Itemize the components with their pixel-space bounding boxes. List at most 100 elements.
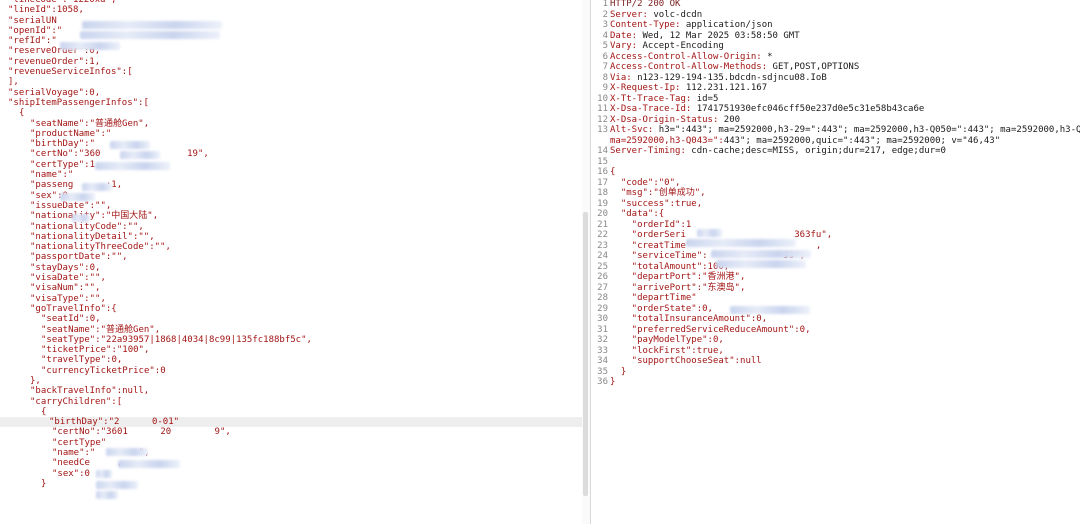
line-number: 9 bbox=[602, 83, 608, 93]
response-line: 32 "payModelType":0, bbox=[592, 335, 1080, 346]
left-scrollbar-thumb[interactable] bbox=[583, 212, 588, 496]
line-number: 19 bbox=[597, 198, 608, 209]
json-line: "lineId":1058, bbox=[8, 5, 84, 16]
response-line: 30 "totalInsuranceAmount":0, bbox=[592, 314, 1080, 325]
line-number: 4 bbox=[602, 30, 608, 41]
redaction-blur bbox=[96, 491, 118, 499]
line-number: 30 bbox=[597, 314, 608, 324]
line-number: 32 bbox=[597, 335, 608, 345]
line-text: Content-Type: application/json bbox=[610, 20, 773, 30]
response-line: ma=2592000,h3-Q043=":443"; ma=2592000,qu… bbox=[592, 136, 1080, 147]
redaction-blur bbox=[730, 306, 810, 314]
response-line: 26 "departPort":"香洲港", bbox=[592, 272, 1080, 283]
line-number: 11 bbox=[597, 104, 608, 114]
line-text: "supportChooseSeat":null bbox=[610, 356, 762, 366]
redaction-blur bbox=[711, 250, 811, 258]
line-number: 36 bbox=[597, 377, 608, 387]
response-pane[interactable]: 1 HTTP/2 200 OK 2 Server: volc-dcdn 3 Content… bbox=[592, 0, 1080, 524]
redaction-blur bbox=[686, 239, 796, 247]
json-line: "visaNum":"", bbox=[30, 283, 101, 294]
redaction-blur bbox=[82, 183, 112, 191]
response-line: 28 "departTime" bbox=[592, 293, 1080, 304]
json-line: ], bbox=[8, 77, 19, 88]
json-line: "currencyTicketPrice":0 bbox=[41, 365, 166, 376]
line-text: "msg":"创单成功", bbox=[610, 188, 706, 198]
json-line: "certType":1, bbox=[30, 159, 101, 170]
response-line: 6 Access-Control-Allow-Origin: * bbox=[592, 52, 1080, 63]
response-line: 17 "code":"0", bbox=[592, 178, 1080, 189]
line-text: Alt-Svc: h3=":443"; ma=2592000,h3-29=":4… bbox=[610, 125, 1080, 135]
response-line: 23 "creatTime" , bbox=[592, 241, 1080, 252]
json-line: "ticketPrice":"100", bbox=[41, 345, 150, 356]
line-text: ma=2592000,h3-Q043=":443"; ma=2592000,qu… bbox=[610, 135, 1001, 146]
line-text: X-Dsa-Origin-Status: 200 bbox=[610, 114, 741, 125]
redaction-blur bbox=[96, 470, 112, 478]
json-line: } bbox=[41, 478, 47, 489]
redaction-blur bbox=[716, 260, 806, 268]
redaction-blur bbox=[697, 229, 722, 237]
redaction-blur bbox=[118, 460, 180, 468]
redaction-blur bbox=[95, 162, 170, 170]
line-number: 17 bbox=[597, 177, 608, 188]
json-line: "birthDay":"2 0-01" bbox=[0, 417, 582, 428]
line-number: 25 bbox=[597, 261, 608, 272]
request-json-pane[interactable]: "lineCode":"1220xd", "lineId":1058, "seria… bbox=[0, 0, 582, 524]
json-line: { bbox=[19, 108, 25, 119]
response-line: 11 X-Dsa-Trace-Id: 1741751930efc046cff50e… bbox=[592, 104, 1080, 115]
line-number: 5 bbox=[602, 41, 608, 51]
line-text: X-Tt-Trace-Tag: id=5 bbox=[610, 93, 719, 104]
pane-divider[interactable] bbox=[590, 0, 591, 524]
json-line: "productName":" bbox=[30, 128, 112, 139]
response-line: 16{ bbox=[592, 167, 1080, 178]
json-line: "revenueOrder":1, bbox=[8, 56, 101, 67]
json-line: "carryChildren":[ bbox=[30, 396, 123, 407]
line-number: 10 bbox=[597, 93, 608, 104]
redaction-blur bbox=[106, 448, 148, 456]
line-text: "payModelType":0, bbox=[610, 335, 724, 345]
response-line: 18 "msg":"创单成功", bbox=[592, 188, 1080, 199]
line-number: 28 bbox=[597, 293, 608, 303]
json-line: "certNo":"360 19", bbox=[30, 149, 209, 160]
line-text: Server-Timing: cdn-cache;desc=MISS, orig… bbox=[610, 146, 946, 156]
line-text: } bbox=[610, 366, 627, 377]
line-number: 21 bbox=[597, 219, 608, 230]
line-number: 14 bbox=[597, 146, 608, 156]
json-line: "seatType":"22a93957|1868|4034|8c99|135f… bbox=[41, 334, 312, 345]
response-line: 35 } bbox=[592, 367, 1080, 378]
json-line: "certNo":"3601 20 9", bbox=[52, 427, 231, 438]
response-line: 34 "supportChooseSeat":null bbox=[592, 356, 1080, 367]
response-line: 36} bbox=[592, 377, 1080, 388]
request-json-code: "lineCode":"1220xd", "lineId":1058, "seria… bbox=[0, 0, 582, 489]
line-text: X-Request-Ip: 112.231.121.167 bbox=[610, 83, 768, 93]
json-line: "seatName":"普通舱Gen", bbox=[30, 118, 150, 129]
json-line: "shipItemPassengerInfos":[ bbox=[8, 97, 149, 108]
line-number: 12 bbox=[597, 114, 608, 125]
line-text: Vary: Accept-Encoding bbox=[610, 41, 724, 51]
line-number: 2 bbox=[602, 9, 608, 20]
line-text: { bbox=[610, 167, 616, 177]
line-text: Access-Control-Allow-Methods: GET,POST,O… bbox=[610, 62, 860, 72]
response-line: 8 Via: n123-129-194-135.bdcdn-sdjncu08.Io… bbox=[592, 73, 1080, 84]
response-line: 9 X-Request-Ip: 112.231.121.167 bbox=[592, 83, 1080, 94]
json-line: "seatName":"普通舱Gen", bbox=[41, 324, 161, 335]
line-number: 22 bbox=[597, 230, 608, 240]
line-text: Server: volc-dcdn bbox=[610, 9, 703, 20]
response-line: 31 "preferredServiceReduceAmount":0, bbox=[592, 325, 1080, 336]
line-text: "totalInsuranceAmount":0, bbox=[610, 314, 768, 324]
redaction-blur bbox=[60, 193, 95, 201]
line-text: Date: Wed, 12 Mar 2025 03:58:50 GMT bbox=[610, 30, 800, 41]
line-number: 34 bbox=[597, 356, 608, 366]
json-line: "revenueServiceInfos":[ bbox=[8, 67, 133, 78]
response-code: 1 HTTP/2 200 OK 2 Server: volc-dcdn 3 Content… bbox=[592, 0, 1080, 388]
line-text: "success":true, bbox=[610, 198, 703, 209]
response-line: 13 Alt-Svc: h3=":443"; ma=2592000,h3-29="… bbox=[592, 125, 1080, 136]
response-line: 7 Access-Control-Allow-Methods: GET,POST,… bbox=[592, 62, 1080, 73]
redaction-blur bbox=[120, 151, 160, 159]
line-number: 33 bbox=[597, 345, 608, 356]
line-number: 20 bbox=[597, 209, 608, 219]
line-text: "orderId":1 bbox=[610, 219, 692, 230]
response-line: 25 "totalAmount":100, bbox=[592, 262, 1080, 273]
response-line: 19 "success":true, bbox=[592, 199, 1080, 210]
json-line: "visaDate":"", bbox=[30, 273, 106, 284]
json-line: "name":" bbox=[30, 170, 74, 181]
